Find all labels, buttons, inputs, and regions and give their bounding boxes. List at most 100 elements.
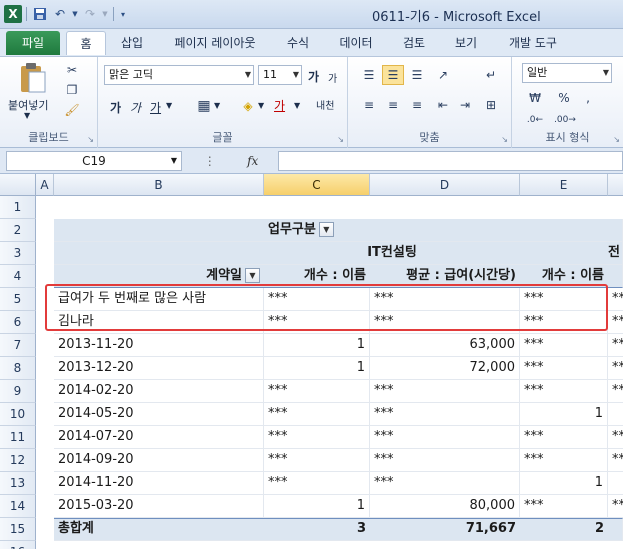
align-middle-icon[interactable]: ☰ xyxy=(382,65,404,85)
pivot-row-label[interactable]: 2014-05-20 xyxy=(54,403,264,426)
pivot-cell[interactable]: *** xyxy=(264,403,370,426)
wrap-text-icon[interactable]: ↵ xyxy=(480,65,502,85)
font-launcher-icon[interactable]: ↘ xyxy=(337,135,344,144)
tab-formulas[interactable]: 수식 xyxy=(278,31,318,55)
cut-icon[interactable]: ✂ xyxy=(62,61,82,79)
pivot-cell[interactable]: ** xyxy=(608,426,623,449)
row-header[interactable]: 8 xyxy=(0,357,36,380)
grow-font-button[interactable]: 가 xyxy=(308,68,319,85)
tab-data[interactable]: 데이터 xyxy=(330,31,382,55)
font-color-dropdown-icon[interactable]: ▼ xyxy=(294,101,300,110)
pivot-cell[interactable]: 72,000 xyxy=(370,357,520,380)
align-left-icon[interactable]: ≡ xyxy=(358,95,380,115)
underline-button[interactable]: 가 xyxy=(150,99,161,116)
pivot-cell[interactable]: *** xyxy=(264,380,370,403)
align-right-icon[interactable]: ≡ xyxy=(406,95,428,115)
worksheet-grid[interactable]: A B C D E 1 2 3 4 5 6 7 8 9 10 11 12 13 … xyxy=(0,174,623,549)
pivot-cell[interactable]: *** xyxy=(370,403,520,426)
pivot-cell[interactable]: *** xyxy=(520,357,608,380)
excel-app-icon[interactable]: X xyxy=(4,5,22,23)
column-header-f[interactable] xyxy=(608,174,623,196)
name-box[interactable]: C19 ▼ xyxy=(6,151,182,171)
decrease-decimal-icon[interactable]: .00→ xyxy=(552,111,578,129)
row-header[interactable]: 9 xyxy=(0,380,36,403)
column-header-b[interactable]: B xyxy=(54,174,264,196)
tab-view[interactable]: 보기 xyxy=(446,31,486,55)
alignment-launcher-icon[interactable]: ↘ xyxy=(501,135,508,144)
row-header[interactable]: 11 xyxy=(0,426,36,449)
pivot-column-field[interactable]: 업무구분 ▼ xyxy=(264,219,414,242)
column-header-a[interactable]: A xyxy=(36,174,54,196)
pivot-row-label[interactable]: 2014-11-20 xyxy=(54,472,264,495)
pivot-cell[interactable]: 1 xyxy=(264,334,370,357)
customize-qat-icon[interactable]: ▾ xyxy=(118,5,128,23)
pivot-cell[interactable]: 1 xyxy=(520,472,608,495)
pivot-row-label[interactable]: 2013-12-20 xyxy=(54,357,264,380)
select-all-corner[interactable] xyxy=(0,174,36,196)
pivot-cell[interactable]: *** xyxy=(520,426,608,449)
pivot-cell[interactable]: *** xyxy=(370,449,520,472)
tab-review[interactable]: 검토 xyxy=(394,31,434,55)
redo-icon[interactable]: ↷ xyxy=(81,5,99,23)
row-header[interactable]: 1 xyxy=(0,196,36,219)
row-header[interactable]: 7 xyxy=(0,334,36,357)
pivot-cell[interactable]: 80,000 xyxy=(370,495,520,518)
borders-dropdown-icon[interactable]: ▼ xyxy=(214,101,220,110)
align-center-icon[interactable]: ≡ xyxy=(382,95,404,115)
pivot-cell[interactable]: ** xyxy=(608,334,623,357)
align-top-icon[interactable]: ☰ xyxy=(358,65,380,85)
row-header[interactable]: 10 xyxy=(0,403,36,426)
pivot-cell[interactable]: ** xyxy=(608,311,623,334)
pivot-cell[interactable] xyxy=(608,472,623,495)
format-painter-icon[interactable]: 🖌 xyxy=(62,101,82,119)
pivot-row-filter-icon[interactable]: ▼ xyxy=(245,268,260,283)
pivot-cell[interactable]: ** xyxy=(608,380,623,403)
row-header[interactable]: 16 xyxy=(0,541,36,549)
column-header-c[interactable]: C xyxy=(264,174,370,196)
pivot-cell[interactable]: 1 xyxy=(264,357,370,380)
formula-input[interactable] xyxy=(278,151,623,171)
pivot-cell[interactable]: *** xyxy=(264,426,370,449)
orientation-icon[interactable]: ↗ xyxy=(432,65,454,85)
pivot-cell[interactable]: *** xyxy=(520,334,608,357)
fill-color-dropdown-icon[interactable]: ▼ xyxy=(258,101,264,110)
copy-icon[interactable]: ❐ xyxy=(62,81,82,99)
row-header[interactable]: 4 xyxy=(0,265,36,288)
tab-developer[interactable]: 개발 도구 xyxy=(498,31,568,55)
pivot-row-label[interactable]: 2015-03-20 xyxy=(54,495,264,518)
phonetic-button[interactable]: 내천 xyxy=(316,97,334,112)
bold-button[interactable]: 가 xyxy=(110,99,121,116)
row-header[interactable]: 5 xyxy=(0,288,36,311)
pivot-cell[interactable]: *** xyxy=(370,472,520,495)
save-icon[interactable] xyxy=(31,5,49,23)
pivot-cell[interactable]: 1 xyxy=(520,403,608,426)
pivot-cell[interactable]: *** xyxy=(520,449,608,472)
row-header[interactable]: 15 xyxy=(0,518,36,541)
pivot-row-label[interactable]: 2014-02-20 xyxy=(54,380,264,403)
fill-color-icon[interactable]: ◈ xyxy=(238,97,258,115)
pivot-cell[interactable]: *** xyxy=(520,495,608,518)
pivot-row-label[interactable]: 2014-07-20 xyxy=(54,426,264,449)
row-header[interactable]: 14 xyxy=(0,495,36,518)
pivot-cell[interactable]: ** xyxy=(608,288,623,311)
row-header[interactable]: 2 xyxy=(0,219,36,242)
comma-style-icon[interactable]: , xyxy=(578,89,598,107)
pivot-cell[interactable]: ** xyxy=(608,449,623,472)
increase-indent-icon[interactable]: ⇥ xyxy=(454,95,476,115)
pivot-cell[interactable]: *** xyxy=(264,449,370,472)
formula-bar-handle-icon[interactable]: ⋮ xyxy=(204,154,216,168)
align-bottom-icon[interactable]: ☰ xyxy=(406,65,428,85)
underline-dropdown-icon[interactable]: ▼ xyxy=(166,101,172,110)
pivot-cell[interactable]: *** xyxy=(370,426,520,449)
pivot-cell[interactable] xyxy=(608,403,623,426)
decrease-indent-icon[interactable]: ⇤ xyxy=(432,95,454,115)
pivot-row-label[interactable]: 2013-11-20 xyxy=(54,334,264,357)
font-name-select[interactable]: 맑은 고딕 ▼ xyxy=(104,65,254,85)
pivot-cell[interactable]: *** xyxy=(264,472,370,495)
pivot-cell[interactable]: *** xyxy=(370,380,520,403)
row-header[interactable]: 3 xyxy=(0,242,36,265)
pivot-cell[interactable]: 1 xyxy=(264,495,370,518)
undo-dropdown-icon[interactable]: ▼ xyxy=(71,5,79,23)
tab-insert[interactable]: 삽입 xyxy=(110,31,154,55)
shrink-font-button[interactable]: 가 xyxy=(328,70,337,85)
